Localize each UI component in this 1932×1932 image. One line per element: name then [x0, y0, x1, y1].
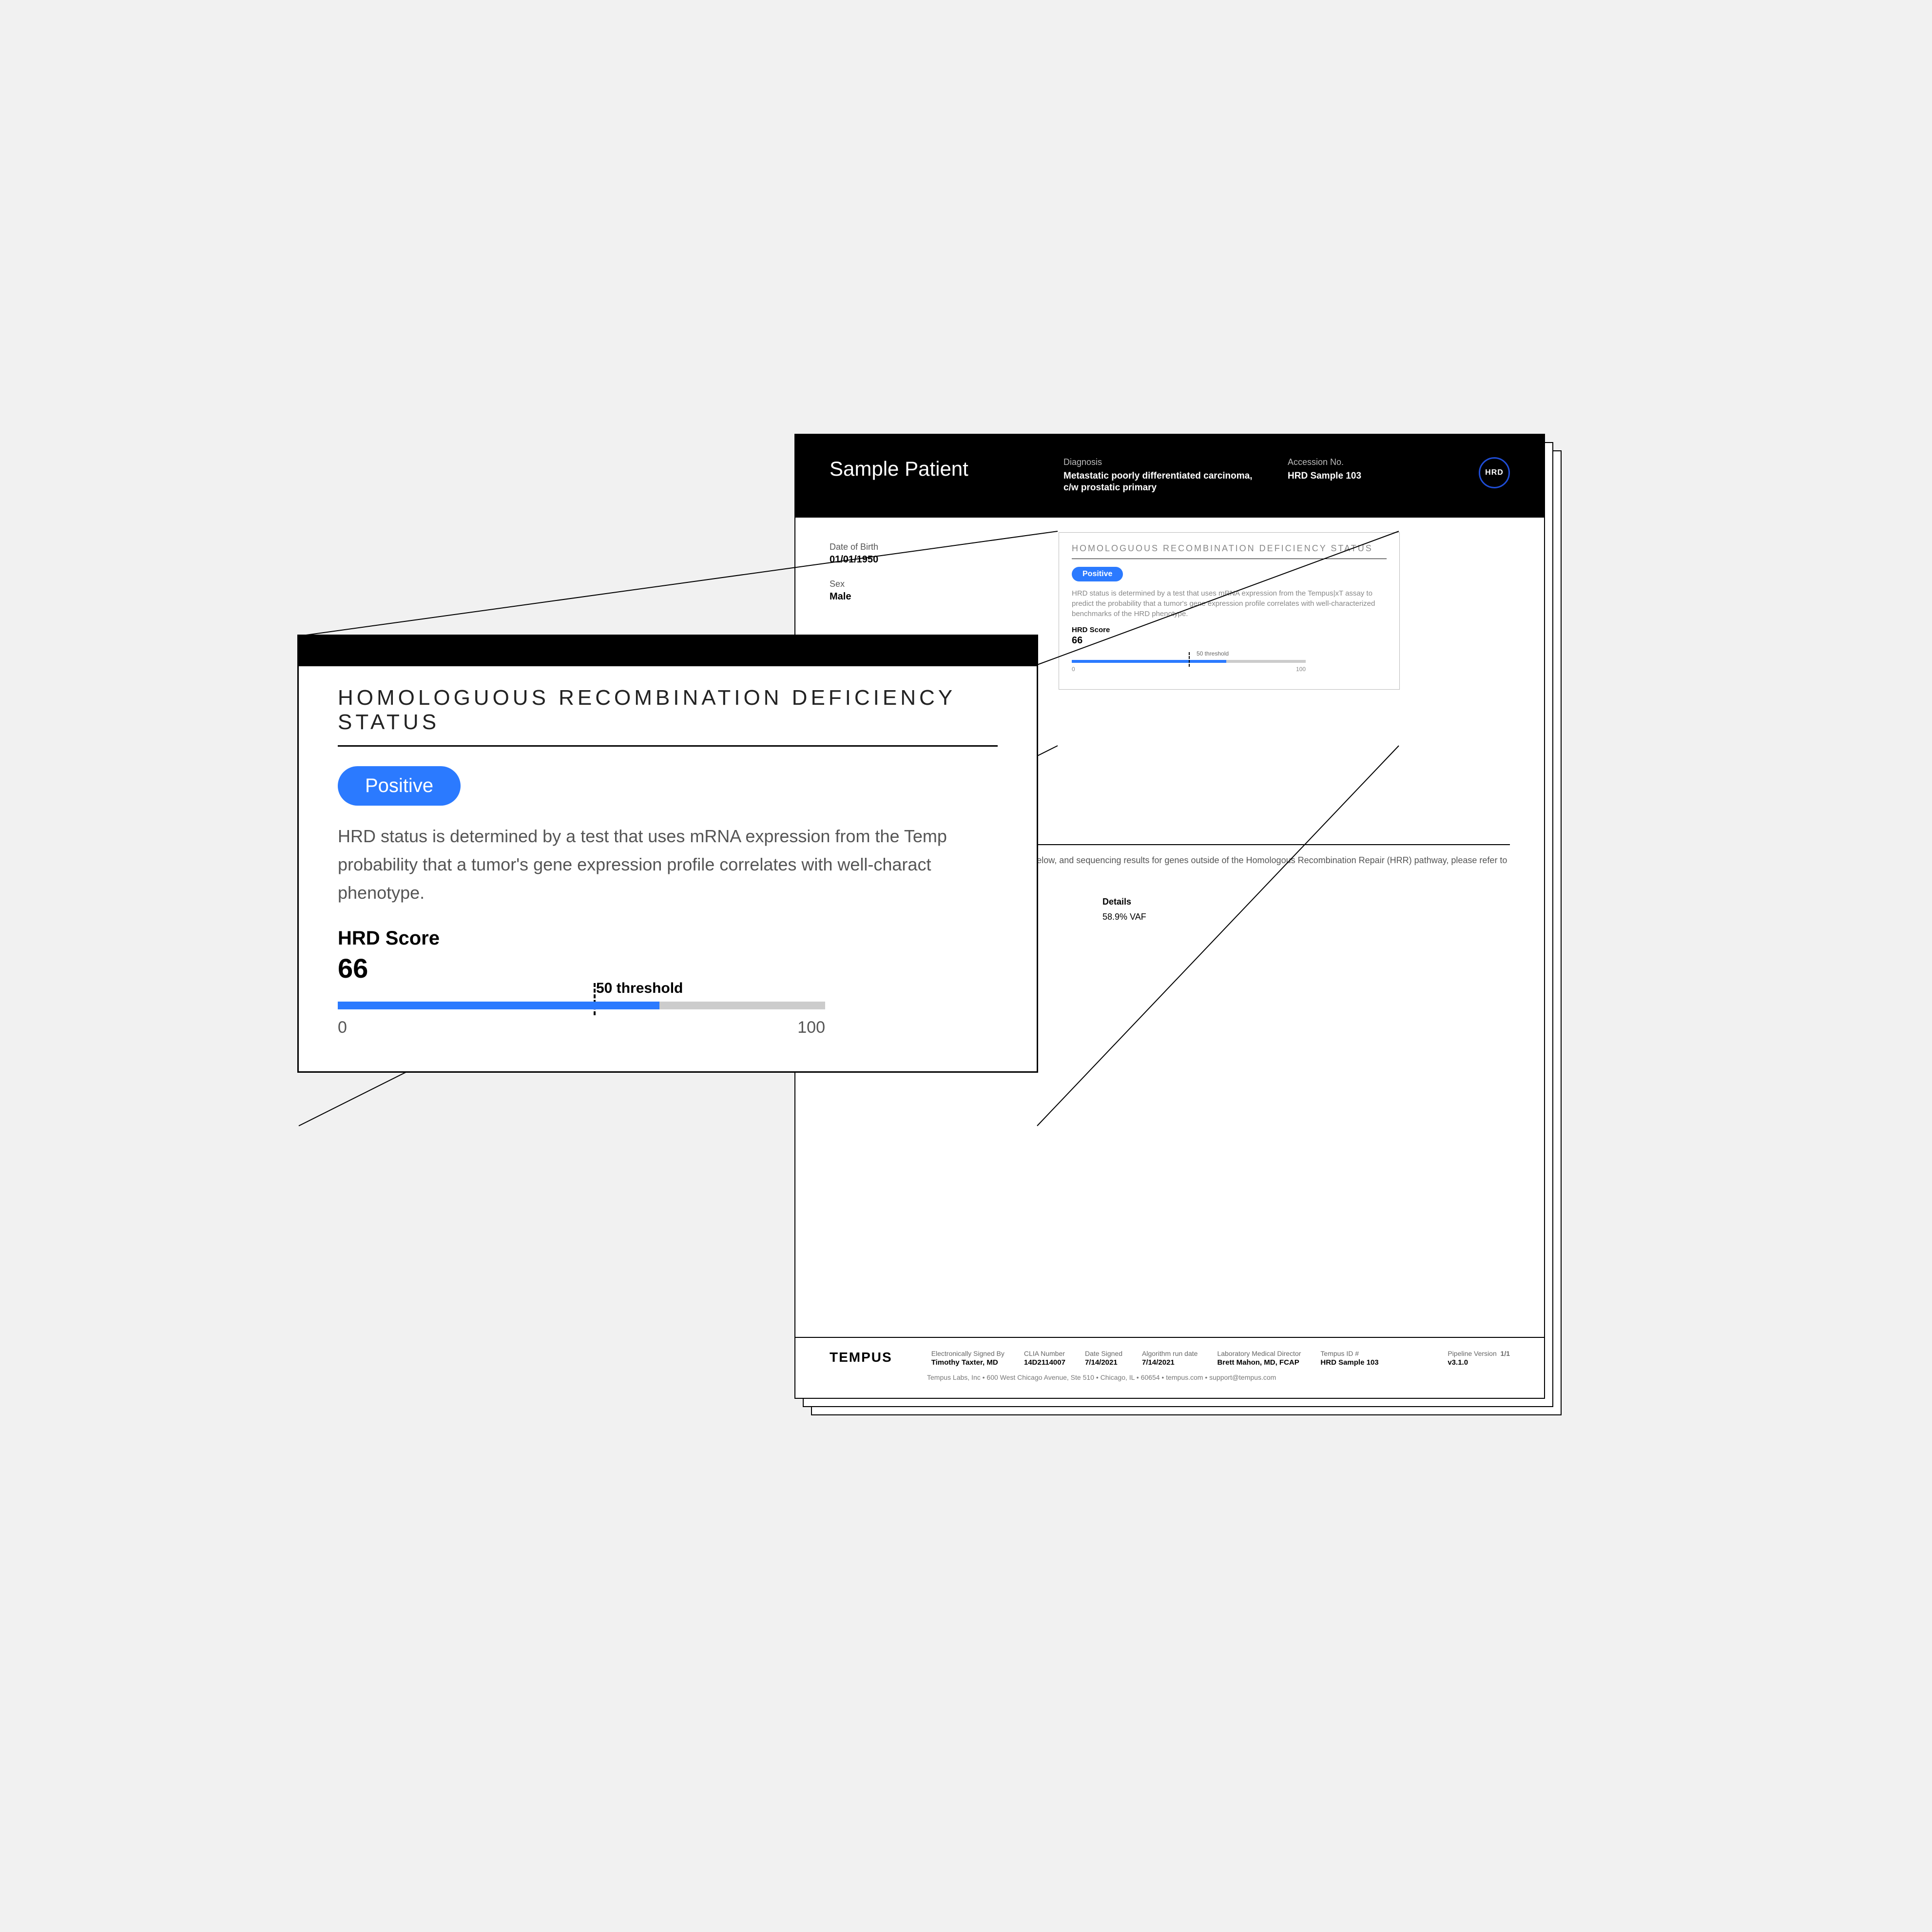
footer-tid: Tempus ID # HRD Sample 103	[1320, 1350, 1378, 1367]
patient-name: Sample Patient	[830, 457, 1034, 518]
footer-algo: Algorithm run date 7/14/2021	[1142, 1350, 1198, 1367]
clia-label: CLIA Number	[1024, 1350, 1065, 1357]
axis-min: 0	[338, 1018, 347, 1037]
accession-label: Accession No.	[1288, 457, 1434, 467]
tid-value: HRD Sample 103	[1320, 1358, 1378, 1367]
hrd-axis-sm: 0 100	[1072, 666, 1306, 673]
hrd-section-title: HOMOLOGUOUS RECOMBINATION DEFICIENCY STA…	[338, 686, 998, 747]
hrd-score-track	[338, 1002, 825, 1009]
tid-label: Tempus ID #	[1320, 1350, 1378, 1357]
algo-label: Algorithm run date	[1142, 1350, 1198, 1357]
pipeline-label: Pipeline Version	[1448, 1350, 1496, 1357]
accession-block: Accession No. HRD Sample 103	[1288, 457, 1434, 518]
clia-value: 14D2114007	[1024, 1358, 1065, 1367]
hrd-threshold-label: 50 threshold	[596, 980, 683, 997]
report-header: Sample Patient Diagnosis Metastatic poor…	[795, 435, 1544, 518]
hrd-score-label-sm: HRD Score	[1072, 626, 1387, 634]
footer-address: Tempus Labs, Inc • 600 West Chicago Aven…	[927, 1373, 1510, 1381]
hrd-badge-icon: HRD	[1479, 457, 1510, 488]
hrd-score-value-sm: 66	[1072, 635, 1387, 646]
footer-signed-by: Electronically Signed By Timothy Taxter,…	[931, 1350, 1005, 1367]
hrd-threshold-tick-sm	[1189, 652, 1190, 667]
axis-max-sm: 100	[1296, 666, 1306, 673]
pipeline-value: v3.1.0	[1448, 1358, 1510, 1367]
diagnosis-block: Diagnosis Metastatic poorly differentiat…	[1063, 457, 1258, 518]
zoom-header-bar	[299, 636, 1037, 666]
variant-details: 58.9% VAF	[1102, 912, 1249, 922]
hrd-panel-small: HOMOLOGUOUS RECOMBINATION DEFICIENCY STA…	[1059, 532, 1400, 690]
signed-by-value: Timothy Taxter, MD	[931, 1358, 1005, 1367]
details-heading: Details	[1102, 897, 1249, 907]
hrd-score-bar-sm	[1072, 660, 1306, 663]
hrd-score-label: HRD Score	[338, 927, 998, 949]
hrd-axis: 0 100	[338, 1018, 825, 1037]
axis-min-sm: 0	[1072, 666, 1075, 673]
footer-clia: CLIA Number 14D2114007	[1024, 1350, 1065, 1367]
hrd-panel-zoom: HOMOLOGUOUS RECOMBINATION DEFICIENCY STA…	[297, 635, 1038, 1073]
hrd-score-chart: 50 threshold 0 100	[338, 1002, 830, 1037]
hrd-desc-line2: probability that a tumor's gene expressi…	[338, 851, 998, 878]
accession-value: HRD Sample 103	[1288, 470, 1434, 482]
report-footer: TEMPUS Electronically Signed By Timothy …	[795, 1337, 1544, 1398]
date-signed-label: Date Signed	[1085, 1350, 1122, 1357]
director-value: Brett Mahon, MD, FCAP	[1217, 1358, 1301, 1367]
hrd-threshold-tick	[594, 983, 596, 1015]
hrd-threshold-label-sm: 50 threshold	[1197, 650, 1387, 657]
hrd-desc-line3: phenotype.	[338, 880, 998, 906]
hrd-section-title-sm: HOMOLOGUOUS RECOMBINATION DEFICIENCY STA…	[1072, 543, 1387, 559]
hrd-status-pill: Positive	[338, 766, 461, 806]
signed-by-label: Electronically Signed By	[931, 1350, 1005, 1357]
footer-date-signed: Date Signed 7/14/2021	[1085, 1350, 1122, 1367]
hrd-score-value: 66	[338, 952, 998, 984]
hrd-score-fill-sm	[1072, 660, 1226, 663]
hrd-description-sm: HRD status is determined by a test that …	[1072, 588, 1387, 619]
director-label: Laboratory Medical Director	[1217, 1350, 1301, 1357]
hrd-desc-line1: HRD status is determined by a test that …	[338, 823, 998, 850]
tempus-logo: TEMPUS	[830, 1350, 892, 1365]
axis-max: 100	[797, 1018, 825, 1037]
footer-pipeline: Pipeline Version 1/1 v3.1.0	[1448, 1350, 1510, 1367]
hrd-status-pill-sm: Positive	[1072, 567, 1123, 581]
diagnosis-label: Diagnosis	[1063, 457, 1258, 467]
date-signed-value: 7/14/2021	[1085, 1358, 1122, 1367]
hrd-score-fill	[338, 1002, 659, 1009]
footer-director: Laboratory Medical Director Brett Mahon,…	[1217, 1350, 1301, 1367]
page-indicator: 1/1	[1501, 1350, 1510, 1357]
algo-value: 7/14/2021	[1142, 1358, 1198, 1367]
diagnosis-value: Metastatic poorly differentiated carcino…	[1063, 470, 1258, 494]
